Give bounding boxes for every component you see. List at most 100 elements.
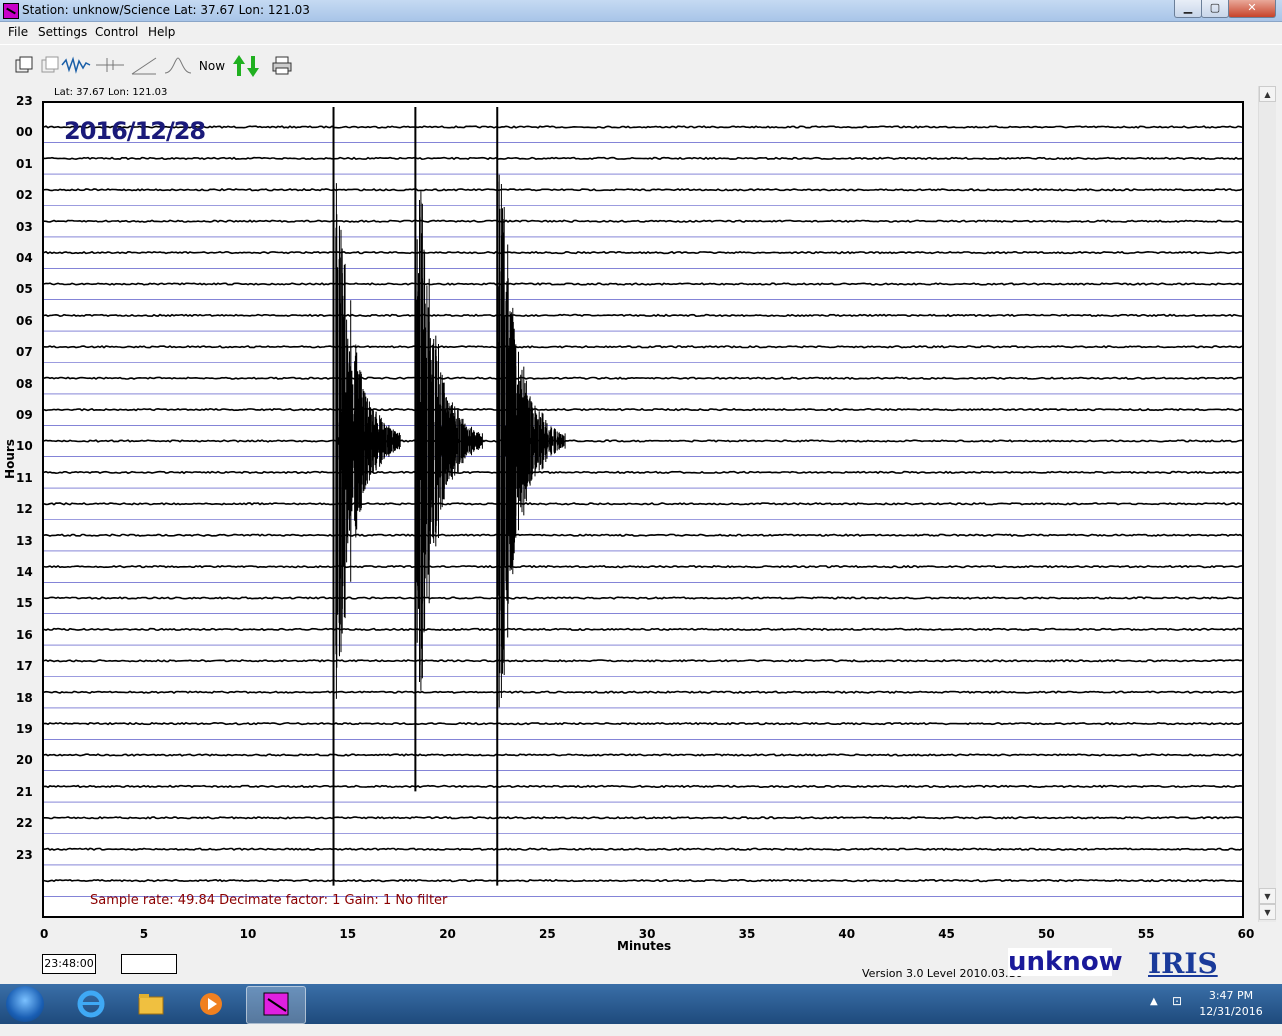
clock[interactable]: 3:47 PM 12/31/2016 (1198, 988, 1264, 1020)
menu-settings[interactable]: Settings (38, 25, 87, 39)
vertical-scrollbar[interactable]: ▲ ▼ ▼ (1258, 86, 1276, 922)
hour-label: 23 (16, 94, 33, 108)
trace-line (44, 219, 1242, 223)
trace-line (44, 753, 1242, 757)
trace-line (44, 659, 1242, 663)
trace-line (44, 878, 1242, 883)
hour-label: 16 (16, 627, 33, 642)
sample-info: Sample rate: 49.84 Decimate factor: 1 Ga… (90, 893, 448, 908)
trace-line (44, 721, 1242, 726)
date-label: 2016/12/28 (64, 117, 206, 145)
start-button[interactable] (6, 986, 44, 1022)
seismogram-plot[interactable] (42, 101, 1244, 918)
window-title: Station: unknow/Science Lat: 37.67 Lon: … (22, 3, 310, 17)
x-tick-label: 60 (1237, 927, 1255, 941)
event-waveform (332, 107, 401, 886)
hour-label: 17 (16, 659, 33, 674)
trigger-icon[interactable] (94, 53, 126, 79)
trace-line (44, 407, 1242, 412)
trace-line (44, 125, 1242, 129)
trace-line (44, 627, 1242, 632)
hour-label: 00 (16, 125, 33, 140)
menu-help[interactable]: Help (148, 25, 175, 39)
x-tick-label: 20 (439, 927, 456, 941)
waveform-icon[interactable] (60, 53, 92, 79)
event-waveform (414, 107, 485, 792)
hour-label: 03 (16, 219, 33, 234)
x-tick-label: 25 (539, 927, 556, 941)
trace-line (44, 784, 1242, 789)
iris-logo: IRIS (1148, 947, 1218, 980)
trace-line (44, 470, 1242, 475)
hour-label: 02 (16, 188, 33, 203)
ie-icon[interactable] (62, 986, 120, 1022)
version-label: Version 3.0 Level 2010.03.16 (862, 967, 1023, 980)
title-bar: Station: unknow/Science Lat: 37.67 Lon: … (0, 0, 1282, 22)
now-button[interactable]: Now (196, 53, 228, 79)
seismogram-svg (44, 107, 1242, 897)
trace-line (44, 313, 1242, 318)
trace-line (44, 847, 1242, 851)
time-field[interactable]: 23:48:00 (42, 954, 96, 974)
hour-label: 20 (16, 753, 33, 768)
spectrum-icon[interactable] (162, 53, 194, 79)
print-icon[interactable] (266, 53, 298, 79)
x-tick-label: 0 (40, 927, 49, 941)
hour-label: 08 (16, 376, 33, 391)
latlon-label: Lat: 37.67 Lon: 121.03 (54, 87, 168, 98)
app-icon (3, 3, 19, 19)
y-axis-label: Hours (2, 439, 17, 479)
x-tick-label: 10 (239, 927, 257, 941)
menu-file[interactable]: File (8, 25, 28, 39)
hour-label: 18 (16, 690, 33, 705)
hour-label: 10 (16, 439, 33, 454)
hour-label: 04 (16, 251, 33, 265)
trace-line (44, 345, 1242, 349)
maximize-button[interactable]: ▢ (1201, 0, 1229, 18)
x-tick-label: 45 (938, 927, 955, 941)
media-player-icon[interactable] (182, 986, 240, 1022)
folder-icon[interactable] (122, 986, 180, 1022)
x-tick-label: 55 (1137, 927, 1155, 941)
trace-line (44, 690, 1242, 694)
trace-line (44, 282, 1242, 286)
hour-label: 06 (16, 313, 33, 328)
close-button[interactable]: ✕ (1228, 0, 1276, 18)
x-axis-label: Minutes (617, 939, 672, 953)
hour-label: 12 (16, 502, 33, 517)
hour-label: 05 (16, 282, 33, 297)
tray-expand-icon[interactable]: ▲ (1150, 996, 1158, 1007)
filter-icon[interactable] (128, 53, 160, 79)
scroll-down-icon[interactable]: ▼ (1259, 904, 1276, 920)
hour-label: 09 (16, 408, 33, 422)
x-tick-label: 35 (738, 927, 756, 941)
up-down-arrows-icon[interactable] (230, 53, 262, 79)
hour-label: 13 (16, 533, 33, 548)
hour-label: 01 (16, 156, 33, 171)
scroll-up-icon[interactable]: ▲ (1259, 86, 1276, 102)
menu-control[interactable]: Control (95, 25, 138, 39)
blank-field[interactable] (121, 954, 177, 974)
trace-line (44, 156, 1242, 161)
trace-line (44, 596, 1242, 600)
x-tick-label: 5 (139, 927, 149, 941)
network-icon[interactable]: ⊡ (1172, 994, 1188, 1010)
hour-label: 11 (16, 470, 33, 485)
hour-label: 14 (16, 565, 33, 579)
hour-label: 15 (16, 596, 33, 611)
scroll-mid-icon[interactable]: ▼ (1259, 888, 1276, 904)
trace-line (44, 439, 1242, 443)
clock-time: 3:47 PM (1208, 989, 1254, 1002)
hour-label: 19 (16, 722, 33, 736)
seismograph-app-icon[interactable] (246, 986, 306, 1024)
hour-label: 07 (16, 345, 33, 360)
toolbar: Now (0, 44, 1282, 87)
trace-line (44, 188, 1242, 192)
taskbar: ▲ ⊡ 3:47 PM 12/31/2016 (0, 984, 1282, 1024)
station-name: unknow (1008, 947, 1123, 977)
trace-line (44, 502, 1242, 506)
hour-label: 22 (16, 816, 33, 831)
hour-label: 23 (16, 847, 33, 862)
minimize-button[interactable]: ▁ (1174, 0, 1202, 18)
clock-date: 12/31/2016 (1199, 1005, 1263, 1018)
